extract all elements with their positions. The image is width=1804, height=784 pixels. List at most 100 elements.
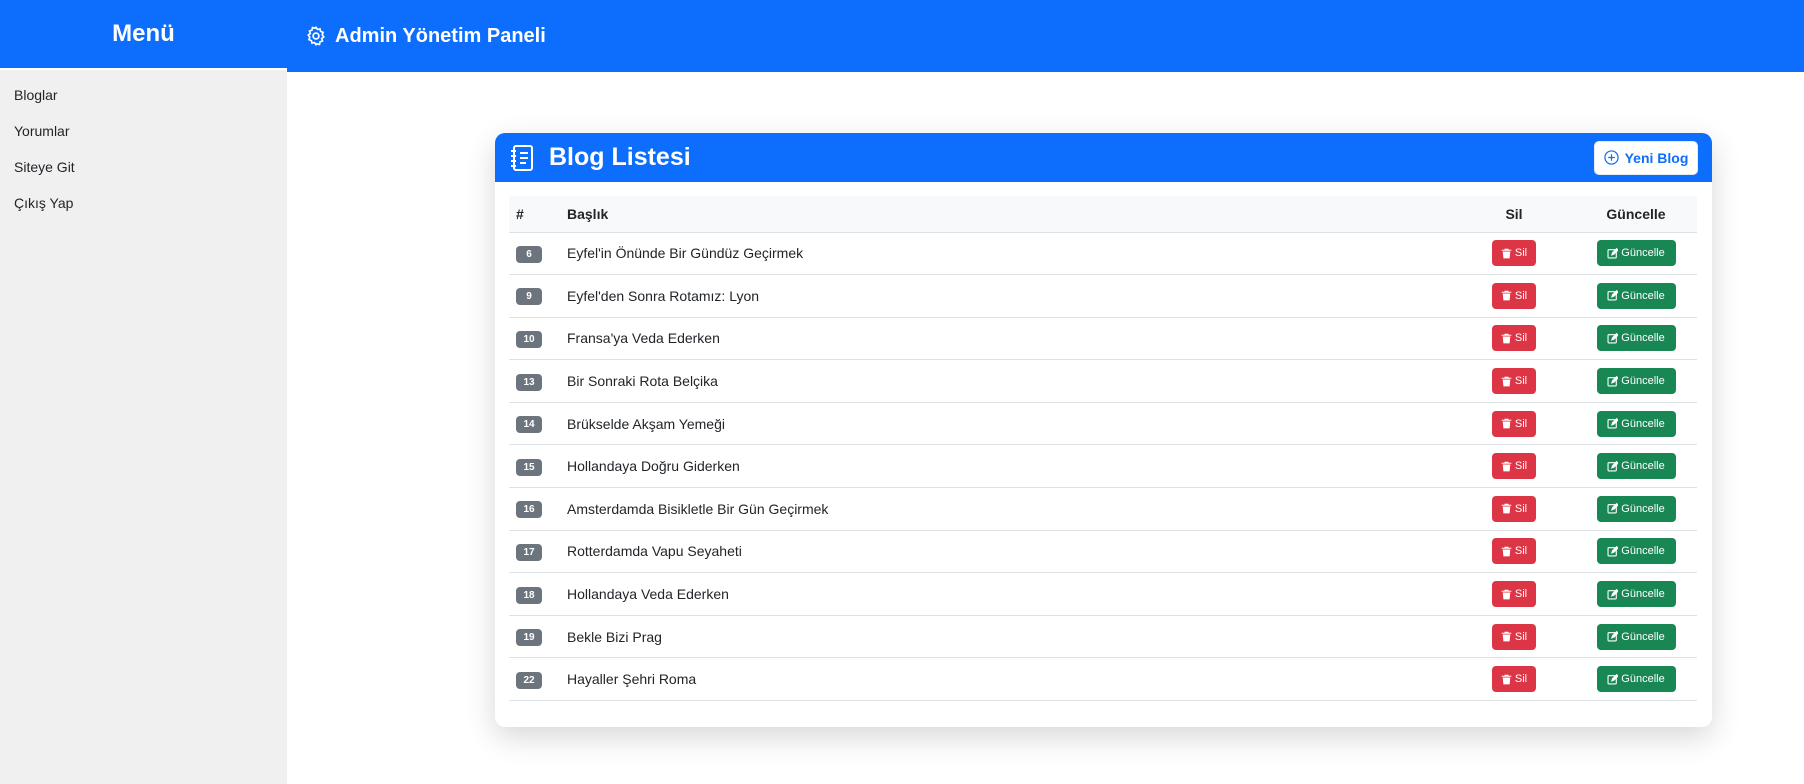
delete-button[interactable]: Sil xyxy=(1492,538,1536,565)
edit-icon xyxy=(1607,673,1619,685)
id-badge: 16 xyxy=(516,501,542,519)
blog-title: Rotterdamda Vapu Seyaheti xyxy=(567,530,1453,574)
table-row: 19 Bekle Bizi Prag Sil Güncelle xyxy=(509,615,1697,659)
update-button[interactable]: Güncelle xyxy=(1596,368,1676,395)
update-button[interactable]: Güncelle xyxy=(1596,581,1676,608)
delete-button[interactable]: Sil xyxy=(1492,368,1536,395)
sidebar-item-yorumlar[interactable]: Yorumlar xyxy=(0,113,287,149)
edit-icon xyxy=(1607,631,1619,642)
update-label: Güncelle xyxy=(1621,247,1665,260)
sidebar-item-cikis-yap[interactable]: Çıkış Yap xyxy=(0,185,287,221)
update-label: Güncelle xyxy=(1621,460,1665,473)
update-label: Güncelle xyxy=(1621,502,1665,515)
sidebar-title: Menü xyxy=(112,20,175,47)
id-badge: 9 xyxy=(516,288,542,306)
blog-title: Eyfel'den Sonra Rotamız: Lyon xyxy=(567,274,1453,318)
update-button[interactable]: Güncelle xyxy=(1596,666,1676,693)
new-blog-button[interactable]: Yeni Blog xyxy=(1594,140,1698,175)
delete-label: Sil xyxy=(1514,588,1528,601)
update-button[interactable]: Güncelle xyxy=(1596,410,1676,437)
id-badge: 6 xyxy=(516,245,542,263)
update-button[interactable]: Güncelle xyxy=(1596,240,1676,267)
update-button[interactable]: Güncelle xyxy=(1596,623,1676,650)
sidebar: Menü Bloglar Yorumlar Siteye Git Çıkış Y… xyxy=(0,0,287,784)
plus-circle-icon xyxy=(1603,150,1619,165)
delete-button[interactable]: Sil xyxy=(1492,410,1536,437)
id-badge: 19 xyxy=(516,629,542,647)
table-row: 9 Eyfel'den Sonra Rotamız: Lyon Sil Günc… xyxy=(509,274,1697,318)
update-button[interactable]: Güncelle xyxy=(1596,325,1676,352)
delete-button[interactable]: Sil xyxy=(1492,623,1536,650)
blog-list-card: Blog Listesi Yeni Blog # Başlık Sil Günc… xyxy=(495,133,1712,727)
id-badge: 15 xyxy=(516,458,542,476)
blog-title: Bir Sonraki Rota Belçika xyxy=(567,359,1453,403)
table-row: 14 Brükselde Akşam Yemeği Sil Güncelle xyxy=(509,402,1697,446)
update-button[interactable]: Güncelle xyxy=(1596,538,1676,565)
blog-title: Fransa'ya Veda Ederken xyxy=(567,317,1453,361)
table-row: 16 Amsterdamda Bisikletle Bir Gün Geçirm… xyxy=(509,487,1697,531)
sidebar-item-siteye-git[interactable]: Siteye Git xyxy=(0,149,287,185)
delete-button[interactable]: Sil xyxy=(1492,325,1536,352)
new-blog-label: Yeni Blog xyxy=(1624,149,1689,166)
delete-button[interactable]: Sil xyxy=(1492,581,1536,608)
delete-label: Sil xyxy=(1514,673,1528,686)
update-button[interactable]: Güncelle xyxy=(1596,495,1676,522)
update-label: Güncelle xyxy=(1621,545,1665,558)
delete-label: Sil xyxy=(1514,417,1528,430)
column-header-title: Başlık xyxy=(567,196,1453,233)
update-label: Güncelle xyxy=(1621,630,1665,643)
delete-button[interactable]: Sil xyxy=(1492,240,1536,267)
update-button[interactable]: Güncelle xyxy=(1596,282,1676,309)
trash-icon xyxy=(1501,376,1512,387)
delete-button[interactable]: Sil xyxy=(1492,453,1536,480)
blog-title: Hayaller Şehri Roma xyxy=(567,657,1453,702)
delete-label: Sil xyxy=(1514,332,1528,345)
edit-icon xyxy=(1607,247,1619,259)
trash-icon xyxy=(1501,333,1512,344)
update-label: Güncelle xyxy=(1621,289,1665,302)
id-badge: 14 xyxy=(516,416,542,434)
delete-label: Sil xyxy=(1514,545,1528,558)
trash-icon xyxy=(1501,631,1512,642)
trash-icon xyxy=(1501,418,1512,429)
journal-icon xyxy=(509,144,535,172)
trash-icon xyxy=(1501,674,1512,685)
update-button[interactable]: Güncelle xyxy=(1596,453,1676,480)
edit-icon xyxy=(1607,290,1619,301)
column-header-num: # xyxy=(509,196,567,233)
delete-label: Sil xyxy=(1514,375,1528,388)
top-bar: Admin Yönetim Paneli xyxy=(287,0,1804,72)
delete-button[interactable]: Sil xyxy=(1492,495,1536,522)
sidebar-item-bloglar[interactable]: Bloglar xyxy=(0,77,287,113)
card-title: Blog Listesi xyxy=(549,143,691,171)
trash-icon xyxy=(1501,248,1512,259)
blog-table: # Başlık Sil Güncelle 6 Eyfel'in Önünde … xyxy=(509,196,1697,702)
update-label: Güncelle xyxy=(1621,588,1665,601)
update-label: Güncelle xyxy=(1621,332,1665,345)
id-badge: 10 xyxy=(516,330,542,348)
delete-label: Sil xyxy=(1514,630,1528,643)
edit-icon xyxy=(1607,503,1619,514)
blog-title: Bekle Bizi Prag xyxy=(567,615,1453,659)
blog-title: Hollandaya Doğru Giderken xyxy=(567,444,1453,489)
table-row: 13 Bir Sonraki Rota Belçika Sil Güncelle xyxy=(509,359,1697,403)
update-label: Güncelle xyxy=(1621,673,1665,686)
gear-icon xyxy=(305,25,327,47)
table-row: 6 Eyfel'in Önünde Bir Gündüz Geçirmek Si… xyxy=(509,232,1697,276)
blog-title: Brükselde Akşam Yemeği xyxy=(567,402,1453,446)
table-row: 10 Fransa'ya Veda Ederken Sil Güncelle xyxy=(509,317,1697,361)
id-badge: 17 xyxy=(516,543,542,561)
id-badge: 13 xyxy=(516,373,542,391)
trash-icon xyxy=(1501,290,1512,301)
edit-icon xyxy=(1607,332,1619,344)
delete-button[interactable]: Sil xyxy=(1492,666,1536,693)
table-row: 18 Hollandaya Veda Ederken Sil Güncelle xyxy=(509,572,1697,616)
edit-icon xyxy=(1607,375,1619,387)
blog-title: Amsterdamda Bisikletle Bir Gün Geçirmek xyxy=(567,487,1453,531)
delete-button[interactable]: Sil xyxy=(1492,282,1536,309)
table-row: 22 Hayaller Şehri Roma Sil Güncelle xyxy=(509,657,1697,702)
blog-title: Hollandaya Veda Ederken xyxy=(567,572,1453,616)
column-header-update: Güncelle xyxy=(1575,196,1697,233)
update-label: Güncelle xyxy=(1621,375,1665,388)
delete-label: Sil xyxy=(1514,247,1528,260)
